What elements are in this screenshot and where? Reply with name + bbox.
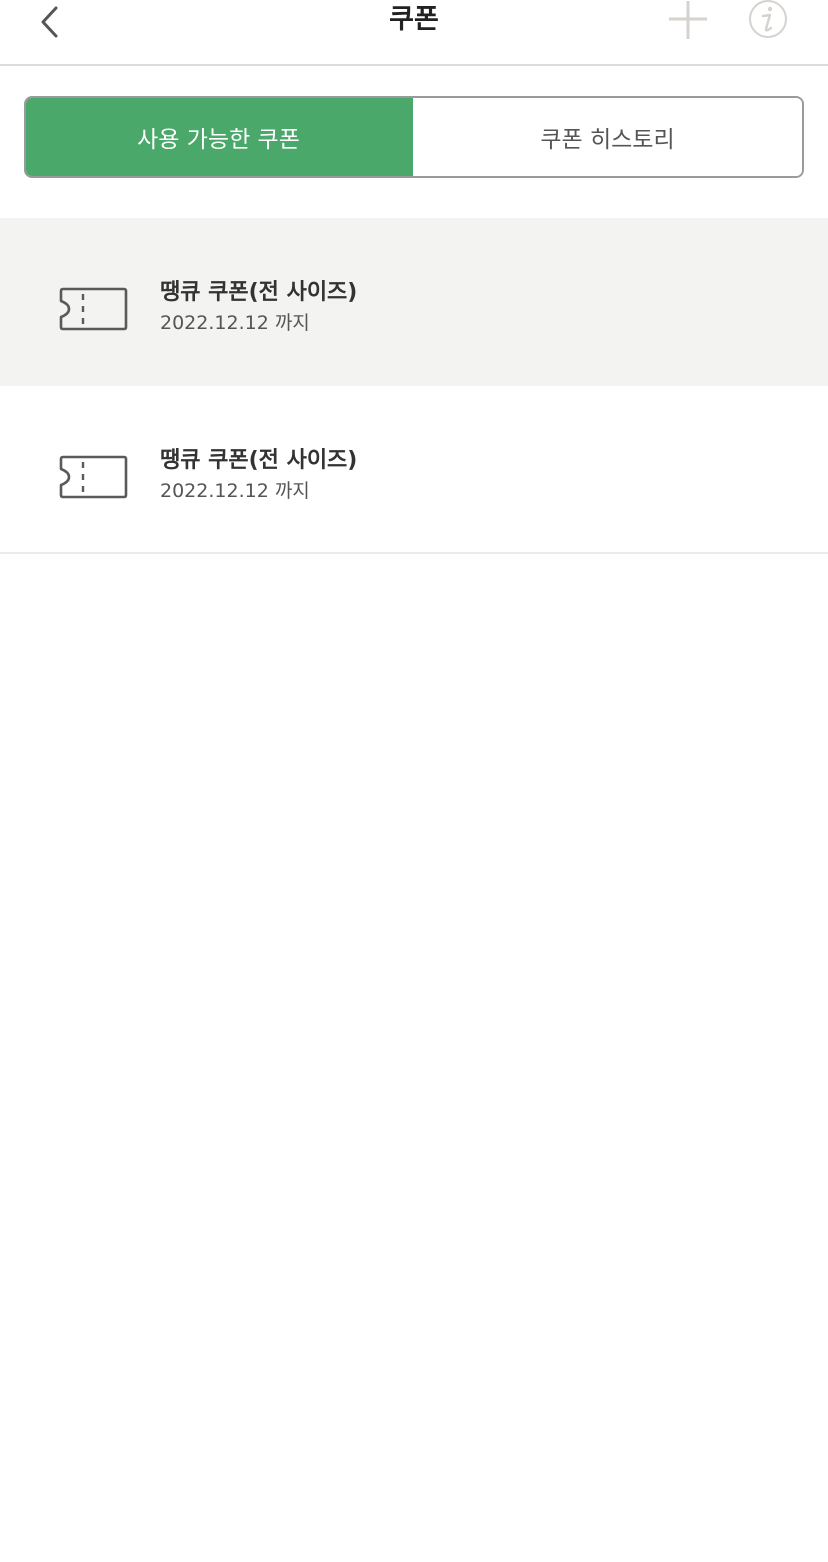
tab-available-coupons[interactable]: 사용 가능한 쿠폰: [26, 98, 413, 176]
ticket-icon: [59, 287, 128, 331]
ticket-icon: [59, 455, 128, 499]
coupon-item[interactable]: 땡큐 쿠폰(전 사이즈) 2022.12.12 까지: [0, 218, 828, 386]
coupon-expiry: 2022.12.12 까지: [160, 480, 310, 502]
coupon-list: 땡큐 쿠폰(전 사이즈) 2022.12.12 까지 땡큐 쿠폰(전 사이즈) …: [0, 218, 828, 554]
info-icon: [749, 0, 787, 38]
info-button[interactable]: [744, 0, 792, 42]
app-header: 쿠폰: [0, 0, 828, 66]
plus-icon: [669, 1, 707, 39]
coupon-name: 땡큐 쿠폰(전 사이즈): [160, 280, 358, 305]
coupon-tabs: 사용 가능한 쿠폰 쿠폰 히스토리: [24, 96, 804, 178]
tab-coupon-history[interactable]: 쿠폰 히스토리: [413, 98, 802, 176]
coupon-name: 땡큐 쿠폰(전 사이즈): [160, 448, 358, 473]
coupon-expiry: 2022.12.12 까지: [160, 312, 310, 334]
coupon-item[interactable]: 땡큐 쿠폰(전 사이즈) 2022.12.12 까지: [0, 386, 828, 554]
add-coupon-button[interactable]: [664, 0, 712, 42]
